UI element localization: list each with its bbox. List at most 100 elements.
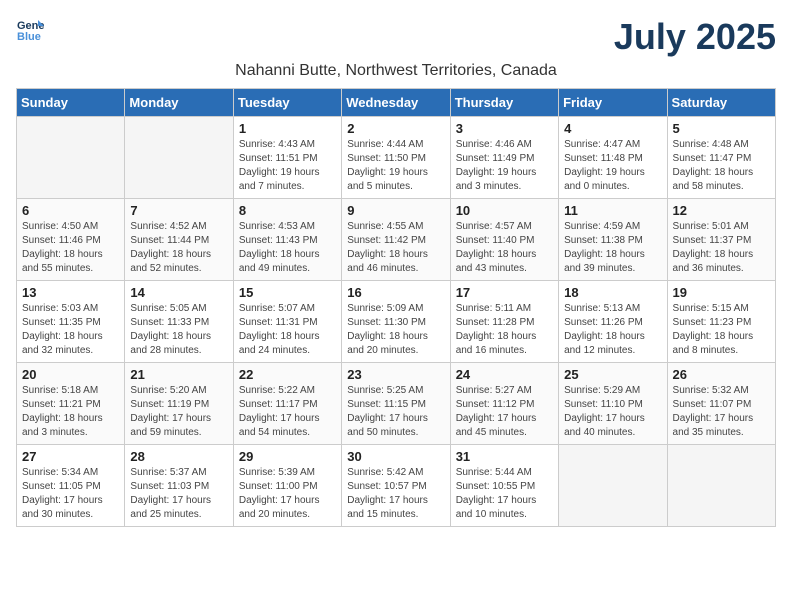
day-info: Sunrise: 5:13 AMSunset: 11:26 PMDaylight… [564,302,661,358]
calendar-cell: 10Sunrise: 4:57 AMSunset: 11:40 PMDaylig… [450,199,558,281]
day-number: 31 [456,449,553,464]
calendar-cell: 20Sunrise: 5:18 AMSunset: 11:21 PMDaylig… [17,363,125,445]
day-number: 13 [22,285,119,300]
calendar-cell: 23 Sunrise: 5:25 AMSunset: 11:15 PMDaylig… [342,363,450,445]
location-title: Nahanni Butte, Northwest Territories, Ca… [16,62,776,80]
day-number: 23 [347,367,444,382]
day-info: Sunrise: 5:25 AMSunset: 11:15 PMDaylight… [347,384,444,440]
calendar-cell: 12Sunrise: 5:01 AMSunset: 11:37 PMDaylig… [667,199,775,281]
calendar-cell: 3 Sunrise: 4:46 AMSunset: 11:49 PMDayligh… [450,117,558,199]
calendar-cell: 5Sunrise: 4:48 AMSunset: 11:47 PMDayligh… [667,117,775,199]
calendar-week-row: 1 Sunrise: 4:43 AMSunset: 11:51 PMDayligh… [17,117,776,199]
day-info: Sunrise: 5:32 AMSunset: 11:07 PMDaylight… [673,384,770,440]
day-info: Sunrise: 5:29 AMSunset: 11:10 PMDaylight… [564,384,661,440]
day-info: Sunrise: 5:03 AMSunset: 11:35 PMDaylight… [22,302,119,358]
day-info: Sunrise: 4:59 AMSunset: 11:38 PMDaylight… [564,220,661,276]
day-info: Sunrise: 4:55 AMSunset: 11:42 PMDaylight… [347,220,444,276]
weekday-header-row: SundayMondayTuesdayWednesdayThursdayFrid… [17,89,776,117]
day-info: Sunrise: 5:37 AMSunset: 11:03 PMDaylight… [130,466,227,522]
calendar-week-row: 6 Sunrise: 4:50 AMSunset: 11:46 PMDayligh… [17,199,776,281]
day-number: 10 [456,203,553,218]
day-number: 11 [564,203,661,218]
day-number: 14 [130,285,227,300]
day-info: Sunrise: 4:48 AMSunset: 11:47 PMDaylight… [673,138,770,194]
day-number: 4 [564,121,661,136]
weekday-header-monday: Monday [125,89,233,117]
calendar-cell: 18Sunrise: 5:13 AMSunset: 11:26 PMDaylig… [559,281,667,363]
calendar-cell: 14 Sunrise: 5:05 AMSunset: 11:33 PMDaylig… [125,281,233,363]
month-title: July 2025 [614,16,776,58]
calendar-cell: 13 Sunrise: 5:03 AMSunset: 11:35 PMDaylig… [17,281,125,363]
day-info: Sunrise: 5:27 AMSunset: 11:12 PMDaylight… [456,384,553,440]
calendar-table: SundayMondayTuesdayWednesdayThursdayFrid… [16,88,776,527]
calendar-cell: 16 Sunrise: 5:09 AMSunset: 11:30 PMDaylig… [342,281,450,363]
day-number: 9 [347,203,444,218]
day-info: Sunrise: 4:50 AMSunset: 11:46 PMDaylight… [22,220,119,276]
calendar-cell: 22Sunrise: 5:22 AMSunset: 11:17 PMDaylig… [233,363,341,445]
weekday-header-sunday: Sunday [17,89,125,117]
calendar-cell: 21Sunrise: 5:20 AMSunset: 11:19 PMDaylig… [125,363,233,445]
calendar-cell: 25Sunrise: 5:29 AMSunset: 11:10 PMDaylig… [559,363,667,445]
day-info: Sunrise: 5:15 AMSunset: 11:23 PMDaylight… [673,302,770,358]
day-info: Sunrise: 4:46 AMSunset: 11:49 PMDaylight… [456,138,553,194]
calendar-cell: 28 Sunrise: 5:37 AMSunset: 11:03 PMDaylig… [125,445,233,527]
day-info: Sunrise: 4:52 AMSunset: 11:44 PMDaylight… [130,220,227,276]
day-info: Sunrise: 5:09 AMSunset: 11:30 PMDaylight… [347,302,444,358]
calendar-cell: 9 Sunrise: 4:55 AMSunset: 11:42 PMDayligh… [342,199,450,281]
weekday-header-tuesday: Tuesday [233,89,341,117]
calendar-week-row: 27Sunrise: 5:34 AMSunset: 11:05 PMDaylig… [17,445,776,527]
calendar-week-row: 20Sunrise: 5:18 AMSunset: 11:21 PMDaylig… [17,363,776,445]
calendar-cell: 15 Sunrise: 5:07 AMSunset: 11:31 PMDaylig… [233,281,341,363]
day-number: 6 [22,203,119,218]
calendar-cell: 17 Sunrise: 5:11 AMSunset: 11:28 PMDaylig… [450,281,558,363]
day-number: 7 [130,203,227,218]
day-number: 1 [239,121,336,136]
calendar-cell: 27Sunrise: 5:34 AMSunset: 11:05 PMDaylig… [17,445,125,527]
logo-icon: General Blue [16,16,44,44]
day-number: 8 [239,203,336,218]
calendar-cell: 2Sunrise: 4:44 AMSunset: 11:50 PMDayligh… [342,117,450,199]
calendar-cell: 7 Sunrise: 4:52 AMSunset: 11:44 PMDayligh… [125,199,233,281]
weekday-header-saturday: Saturday [667,89,775,117]
day-info: Sunrise: 5:20 AMSunset: 11:19 PMDaylight… [130,384,227,440]
day-info: Sunrise: 5:44 AMSunset: 10:55 PMDaylight… [456,466,553,522]
calendar-cell [667,445,775,527]
day-number: 15 [239,285,336,300]
day-info: Sunrise: 5:22 AMSunset: 11:17 PMDaylight… [239,384,336,440]
day-number: 12 [673,203,770,218]
day-number: 28 [130,449,227,464]
day-info: Sunrise: 4:47 AMSunset: 11:48 PMDaylight… [564,138,661,194]
calendar-cell [125,117,233,199]
calendar-cell: 19 Sunrise: 5:15 AMSunset: 11:23 PMDaylig… [667,281,775,363]
day-number: 17 [456,285,553,300]
calendar-cell: 8Sunrise: 4:53 AMSunset: 11:43 PMDayligh… [233,199,341,281]
day-number: 2 [347,121,444,136]
day-number: 30 [347,449,444,464]
day-info: Sunrise: 5:05 AMSunset: 11:33 PMDaylight… [130,302,227,358]
calendar-cell: 1 Sunrise: 4:43 AMSunset: 11:51 PMDayligh… [233,117,341,199]
calendar-cell [17,117,125,199]
calendar-week-row: 13 Sunrise: 5:03 AMSunset: 11:35 PMDaylig… [17,281,776,363]
logo: General Blue [16,16,48,44]
day-info: Sunrise: 5:07 AMSunset: 11:31 PMDaylight… [239,302,336,358]
calendar-cell [559,445,667,527]
calendar-cell: 11 Sunrise: 4:59 AMSunset: 11:38 PMDaylig… [559,199,667,281]
svg-text:Blue: Blue [17,31,41,43]
day-number: 3 [456,121,553,136]
calendar-cell: 4 Sunrise: 4:47 AMSunset: 11:48 PMDayligh… [559,117,667,199]
calendar-cell: 26Sunrise: 5:32 AMSunset: 11:07 PMDaylig… [667,363,775,445]
day-info: Sunrise: 5:39 AMSunset: 11:00 PMDaylight… [239,466,336,522]
calendar-cell: 29 Sunrise: 5:39 AMSunset: 11:00 PMDaylig… [233,445,341,527]
day-number: 16 [347,285,444,300]
calendar-cell: 24Sunrise: 5:27 AMSunset: 11:12 PMDaylig… [450,363,558,445]
day-number: 20 [22,367,119,382]
day-number: 19 [673,285,770,300]
day-info: Sunrise: 5:42 AMSunset: 10:57 PMDaylight… [347,466,444,522]
day-info: Sunrise: 5:11 AMSunset: 11:28 PMDaylight… [456,302,553,358]
weekday-header-wednesday: Wednesday [342,89,450,117]
day-info: Sunrise: 4:43 AMSunset: 11:51 PMDaylight… [239,138,336,194]
page-header: General Blue July 2025 [16,16,776,58]
day-info: Sunrise: 5:34 AMSunset: 11:05 PMDaylight… [22,466,119,522]
day-number: 29 [239,449,336,464]
weekday-header-thursday: Thursday [450,89,558,117]
